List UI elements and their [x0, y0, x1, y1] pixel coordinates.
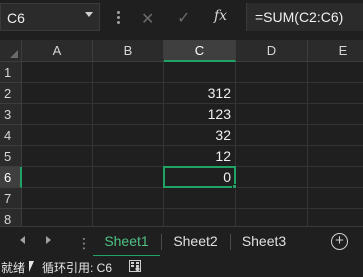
- cell-a6[interactable]: [22, 167, 93, 188]
- formula-text: =SUM(C2:C6): [255, 9, 344, 25]
- cell-e7[interactable]: [308, 188, 363, 209]
- cell-b4[interactable]: [93, 125, 164, 146]
- add-sheet-icon[interactable]: +: [331, 233, 348, 250]
- sheet-tab-bar: ⋮ + Sheet1 Sheet2 Sheet3: [0, 226, 363, 257]
- cell-d5[interactable]: [236, 146, 308, 167]
- cell-b5[interactable]: [93, 146, 164, 167]
- status-bar: 就绪 循环引用: C6: [0, 256, 363, 277]
- drag-handle-icon[interactable]: [117, 11, 120, 24]
- more-tabs-icon[interactable]: ⋮: [77, 236, 92, 250]
- formula-input[interactable]: =SUM(C2:C6): [246, 3, 363, 31]
- cell-d6[interactable]: [236, 167, 308, 188]
- cell-a1[interactable]: [22, 62, 93, 83]
- cell-a8[interactable]: [22, 209, 93, 226]
- cell-c3[interactable]: 123: [164, 104, 236, 125]
- formula-bar: C6 ✕ ✓ fx =SUM(C2:C6): [0, 0, 363, 36]
- cell-b6[interactable]: [93, 167, 164, 188]
- cell-d2[interactable]: [236, 83, 308, 104]
- cell-c8[interactable]: [164, 209, 236, 226]
- cell-d4[interactable]: [236, 125, 308, 146]
- row-header-2[interactable]: 2: [0, 83, 22, 104]
- active-cell-border: [163, 166, 236, 188]
- row-header-6[interactable]: 6: [0, 167, 22, 188]
- column-header-c[interactable]: C: [164, 40, 236, 62]
- circular-reference-status[interactable]: 循环引用: C6: [42, 259, 112, 276]
- sheet-tab-sheet3[interactable]: Sheet3: [231, 227, 297, 257]
- cell-e3[interactable]: [308, 104, 363, 125]
- cell-d7[interactable]: [236, 188, 308, 209]
- cell-c4[interactable]: 32: [164, 125, 236, 146]
- cell-b1[interactable]: [93, 62, 164, 83]
- insert-function-icon[interactable]: fx: [214, 8, 227, 24]
- row-header-5[interactable]: 5: [0, 146, 22, 167]
- cancel-icon[interactable]: ✕: [141, 9, 154, 29]
- cell-d8[interactable]: [236, 209, 308, 226]
- status-ready: 就绪: [1, 261, 26, 275]
- cell-c2[interactable]: 312: [164, 83, 236, 104]
- name-box[interactable]: C6: [0, 3, 100, 31]
- cell-b2[interactable]: [93, 83, 164, 104]
- row-header-8[interactable]: 8: [0, 209, 22, 226]
- column-header-b[interactable]: B: [93, 40, 164, 62]
- cell-a2[interactable]: [22, 83, 93, 104]
- cell-e1[interactable]: [308, 62, 363, 83]
- cell-e6[interactable]: [308, 167, 363, 188]
- cell-c1[interactable]: [164, 62, 236, 83]
- scroll-tabs-left-icon[interactable]: [20, 236, 25, 244]
- cell-d1[interactable]: [236, 62, 308, 83]
- cell-c5[interactable]: 12: [164, 146, 236, 167]
- cell-e2[interactable]: [308, 83, 363, 104]
- name-box-value: C6: [7, 10, 25, 26]
- sheet-tab-sheet2[interactable]: Sheet2: [162, 227, 229, 257]
- cell-a5[interactable]: [22, 146, 93, 167]
- cell-a3[interactable]: [22, 104, 93, 125]
- cell-b3[interactable]: [93, 104, 164, 125]
- sheet-tab-sheet1[interactable]: Sheet1: [93, 227, 160, 257]
- row-header-4[interactable]: 4: [0, 125, 22, 146]
- chevron-down-icon[interactable]: [85, 12, 93, 17]
- select-all-button[interactable]: [0, 40, 22, 62]
- row-header-3[interactable]: 3: [0, 104, 22, 125]
- row-header-7[interactable]: 7: [0, 188, 22, 209]
- fill-handle[interactable]: [232, 184, 237, 189]
- cell-c7[interactable]: [164, 188, 236, 209]
- cell-e4[interactable]: [308, 125, 363, 146]
- column-header-d[interactable]: D: [236, 40, 308, 62]
- column-header-e[interactable]: E: [308, 40, 363, 62]
- tab-separator: [161, 234, 162, 250]
- scroll-tabs-right-icon[interactable]: [46, 236, 51, 244]
- tab-separator: [230, 234, 231, 250]
- cell-d3[interactable]: [236, 104, 308, 125]
- spreadsheet-grid: A B C D E 1 2 312 3 123 4 32 5 12 6 0 7 8: [0, 40, 363, 226]
- cell-e5[interactable]: [308, 146, 363, 167]
- cursor-icon: [29, 261, 34, 272]
- row-header-1[interactable]: 1: [0, 62, 22, 83]
- macro-record-icon[interactable]: [129, 260, 141, 272]
- enter-icon[interactable]: ✓: [177, 8, 190, 28]
- cell-a4[interactable]: [22, 125, 93, 146]
- cell-e8[interactable]: [308, 209, 363, 226]
- cell-b7[interactable]: [93, 188, 164, 209]
- cell-a7[interactable]: [22, 188, 93, 209]
- column-header-a[interactable]: A: [22, 40, 93, 62]
- cell-b8[interactable]: [93, 209, 164, 226]
